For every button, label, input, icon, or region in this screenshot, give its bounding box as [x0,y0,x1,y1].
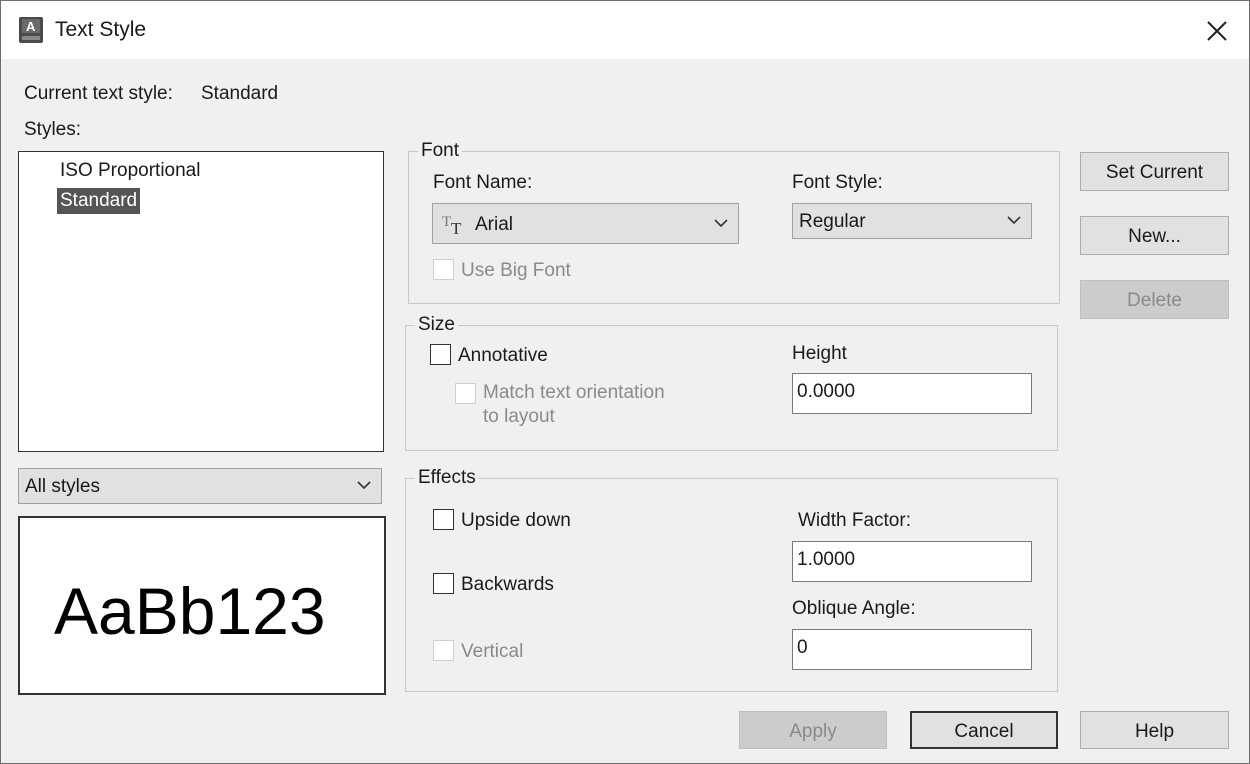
set-current-button-label: Set Current [1105,162,1204,183]
text-preview: AaBb123 [18,516,386,695]
help-button-label: Help [1134,721,1175,742]
font-style-dropdown[interactable]: Regular [792,203,1032,239]
cancel-button-label: Cancel [954,721,1014,742]
annotative-label: Annotative [458,345,548,366]
font-name-value: Arial [475,214,514,235]
width-factor-label: Width Factor: [798,510,911,531]
styles-filter-value: All styles [25,476,100,497]
upside-down-checkbox[interactable] [433,509,454,530]
current-style-value: Standard [201,83,279,104]
svg-text:T: T [442,214,451,230]
help-button[interactable]: Help [1080,711,1229,749]
preview-text: AaBb123 [54,574,326,648]
height-input[interactable]: 0.0000 [792,373,1032,414]
backwards-label: Backwards [461,574,554,595]
delete-button[interactable]: Delete [1080,280,1229,319]
width-factor-input[interactable]: 1.0000 [792,541,1032,582]
new-button-label: New... [1128,226,1181,247]
use-big-font-checkbox[interactable] [433,259,454,280]
vertical-label: Vertical [461,641,524,662]
oblique-angle-value: 0 [797,637,808,658]
text-style-dialog: A Text Style Current text style: Standar… [0,0,1250,764]
styles-list[interactable]: ISO Proportional Standard [18,151,384,452]
font-name-label: Font Name: [433,172,533,193]
chevron-down-icon [714,219,728,228]
styles-label: Styles: [24,119,82,140]
use-big-font-label: Use Big Font [461,260,571,281]
apply-button[interactable]: Apply [739,711,887,749]
close-icon[interactable] [1201,15,1233,47]
set-current-button[interactable]: Set Current [1080,152,1229,191]
font-style-value: Regular [799,211,866,232]
title-bar: A Text Style [1,1,1249,59]
svg-text:A: A [26,19,36,34]
match-orientation-label-line1: Match text orientation [483,382,665,403]
font-name-dropdown[interactable]: T T Arial [432,203,739,244]
styles-filter-dropdown[interactable]: All styles [18,468,382,504]
height-value: 0.0000 [797,381,856,402]
chevron-down-icon [1007,216,1021,225]
font-group-title: Font [418,140,463,162]
new-button[interactable]: New... [1080,216,1229,255]
chevron-down-icon [357,481,371,490]
font-style-label: Font Style: [792,172,883,193]
height-label: Height [792,343,847,364]
list-item-iso-proportional[interactable]: ISO Proportional [57,158,203,184]
current-style-label: Current text style: [24,83,173,104]
oblique-angle-input[interactable]: 0 [792,629,1032,670]
match-orientation-checkbox[interactable] [455,383,476,404]
oblique-angle-label: Oblique Angle: [792,598,916,619]
width-factor-value: 1.0000 [797,549,856,570]
vertical-checkbox[interactable] [433,640,454,661]
effects-group-title: Effects [415,467,479,489]
cancel-button[interactable]: Cancel [910,711,1058,749]
delete-button-label: Delete [1127,290,1182,311]
backwards-checkbox[interactable] [433,573,454,594]
truetype-font-icon: T T [442,214,462,236]
apply-button-label: Apply [789,721,837,742]
upside-down-label: Upside down [461,510,571,531]
annotative-checkbox[interactable] [430,344,451,365]
list-item-standard[interactable]: Standard [57,188,141,214]
svg-text:T: T [451,219,462,236]
size-group-title: Size [415,314,458,336]
window-title: Text Style [55,18,147,41]
match-orientation-label-line2: to layout [483,406,555,427]
text-style-app-icon: A [19,17,43,43]
